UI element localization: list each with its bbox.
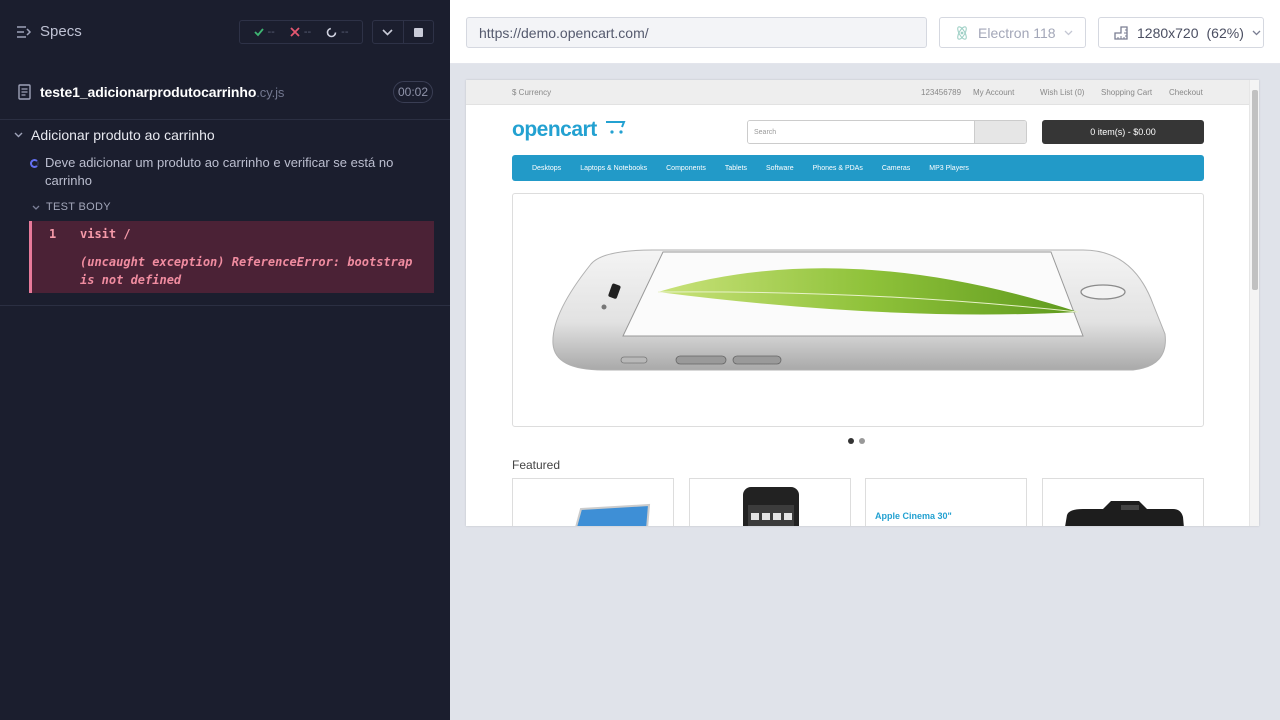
wish-list-link[interactable]: Wish List (0) <box>1040 88 1084 97</box>
stop-icon <box>413 27 423 37</box>
phone-link[interactable]: 123456789 <box>921 88 961 97</box>
running-spinner-icon <box>30 159 39 168</box>
command-number: 1 <box>49 227 57 241</box>
camera-image <box>1065 501 1184 526</box>
chevron-down-icon <box>14 132 23 138</box>
slide-dot-2[interactable] <box>859 438 865 444</box>
stop-button[interactable] <box>404 21 434 43</box>
electron-icon <box>957 25 967 40</box>
my-account-link[interactable]: My Account <box>973 88 1014 97</box>
product-card-macbook[interactable] <box>512 478 674 526</box>
expand-toggle-button[interactable] <box>373 21 404 43</box>
spec-file-row: teste1_adicionarprodutocarrinho.cy.js 00… <box>0 66 450 120</box>
menu-item-software[interactable]: Software <box>766 165 794 172</box>
chevron-down-icon <box>1252 30 1261 35</box>
passed-stat: -- <box>253 26 275 38</box>
failed-stat: -- <box>290 26 311 38</box>
slide-dot-1[interactable] <box>848 438 854 444</box>
specs-list-icon <box>16 25 32 39</box>
browser-name: Electron 118 <box>978 24 1056 41</box>
error-message: (uncaught exception) ReferenceError: boo… <box>80 255 413 287</box>
test-suite: Adicionar produto ao carrinho Deve adici… <box>0 120 450 306</box>
iphone-image <box>552 249 1166 371</box>
cypress-reporter: Specs -- -- -- teste1_adicionarprodutoca… <box>0 0 450 720</box>
test-stats: -- -- -- <box>239 20 363 44</box>
test-item[interactable]: Deve adicionar um produto ao carrinho e … <box>30 154 430 190</box>
phone-image <box>743 487 799 526</box>
opencart-logo[interactable]: opencart <box>512 118 630 142</box>
viewport-size: 1280x720 <box>1137 24 1199 41</box>
opencart-search: Search <box>747 120 1027 144</box>
opencart-menu: Desktops Laptops & Notebooks Components … <box>512 155 1204 181</box>
spec-extension: .cy.js <box>256 85 285 100</box>
url-bar[interactable]: https://demo.opencart.com/ <box>466 17 927 48</box>
product-card-iphone[interactable] <box>689 478 851 526</box>
menu-item-mp3[interactable]: MP3 Players <box>929 165 969 172</box>
featured-heading: Featured <box>512 458 561 472</box>
passed-count: -- <box>267 26 275 38</box>
command-log-error[interactable]: 1 visit / (uncaught exception) Reference… <box>29 221 434 293</box>
checkout-link[interactable]: Checkout <box>1169 88 1203 97</box>
menu-item-components[interactable]: Components <box>666 165 706 172</box>
spec-name-text: teste1_adicionarprodutocarrinho <box>40 84 257 100</box>
ruler-icon <box>1114 25 1128 40</box>
search-button[interactable] <box>974 121 1026 143</box>
x-icon <box>290 27 300 37</box>
product-card-canon[interactable] <box>1042 478 1204 526</box>
search-input[interactable]: Search <box>748 121 974 143</box>
chevron-down-icon <box>32 205 40 210</box>
test-body-label: TEST BODY <box>46 201 111 213</box>
suite-title: Adicionar produto ao carrinho <box>31 127 215 143</box>
check-icon <box>253 28 264 37</box>
specs-label: Specs <box>40 23 82 40</box>
menu-item-laptops[interactable]: Laptops & Notebooks <box>580 165 647 172</box>
test-title: Deve adicionar um produto ao carrinho e … <box>45 155 394 188</box>
scrollbar-thumb[interactable] <box>1252 90 1258 290</box>
cart-logo-icon <box>606 121 626 134</box>
suite-header[interactable]: Adicionar produto ao carrinho <box>14 127 215 143</box>
viewport-selector[interactable]: 1280x720 (62%) <box>1098 17 1264 48</box>
chevron-down-icon <box>382 28 393 36</box>
command-name: visit / <box>80 227 131 241</box>
viewport-scale: (62%) <box>1206 24 1244 41</box>
runner-controls <box>372 20 434 44</box>
menu-item-phones[interactable]: Phones & PDAs <box>813 165 863 172</box>
aut-header: https://demo.opencart.com/ Electron 118 … <box>450 0 1280 64</box>
pending-count: -- <box>341 26 349 38</box>
cart-button[interactable]: 0 item(s) - $0.00 <box>1042 120 1204 144</box>
chevron-down-icon <box>1064 30 1073 35</box>
aut-iframe: $ Currency 123456789 My Account Wish Lis… <box>466 80 1259 526</box>
product-card-apple-cinema[interactable]: Apple Cinema 30" <box>865 478 1027 526</box>
iframe-scrollbar[interactable] <box>1249 80 1259 526</box>
browser-selector[interactable]: Electron 118 <box>939 17 1086 48</box>
specs-button[interactable]: Specs <box>16 23 82 40</box>
menu-item-tablets[interactable]: Tablets <box>725 165 747 172</box>
reporter-header: Specs -- -- -- <box>0 0 450 66</box>
logo-text: opencart <box>512 118 597 141</box>
test-body-toggle[interactable]: TEST BODY <box>32 201 111 213</box>
spec-filename: teste1_adicionarprodutocarrinho.cy.js <box>40 84 284 100</box>
hero-slideshow[interactable] <box>512 193 1204 427</box>
pending-stat: -- <box>326 26 348 38</box>
failed-count: -- <box>303 26 312 38</box>
laptop-image <box>575 503 651 526</box>
menu-item-cameras[interactable]: Cameras <box>882 165 910 172</box>
document-icon <box>18 84 31 105</box>
currency-dropdown[interactable]: $ Currency <box>512 88 551 97</box>
product-name[interactable]: Apple Cinema 30" <box>875 511 952 521</box>
spec-duration: 00:02 <box>393 81 433 103</box>
menu-item-desktops[interactable]: Desktops <box>532 165 561 172</box>
shopping-cart-link[interactable]: Shopping Cart <box>1101 88 1152 97</box>
slideshow-pagination <box>848 438 865 444</box>
opencart-topbar: $ Currency 123456789 My Account Wish Lis… <box>466 80 1249 105</box>
pending-spinner-icon <box>326 27 337 37</box>
